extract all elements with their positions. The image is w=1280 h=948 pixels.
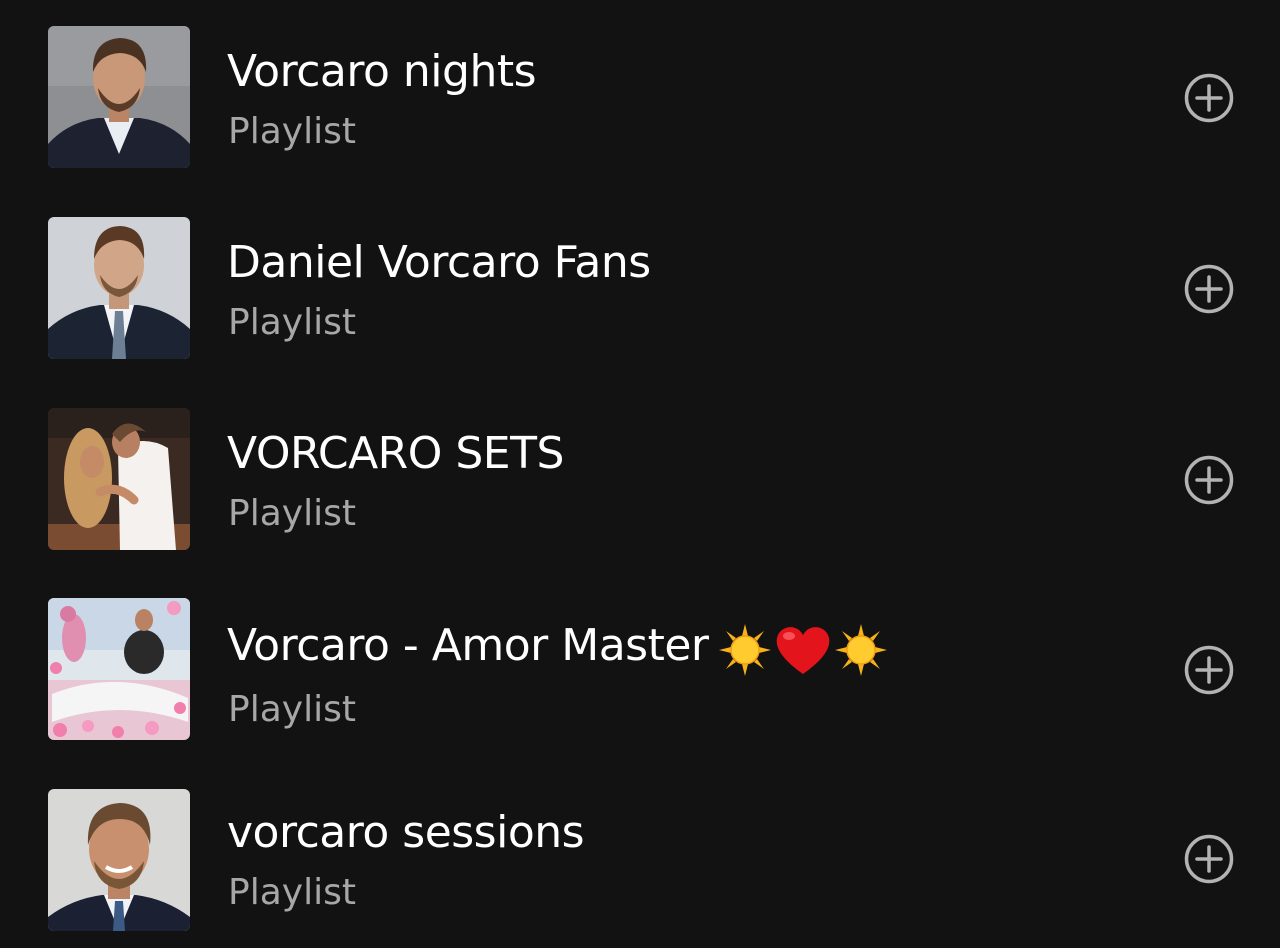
add-to-library-button[interactable]	[1183, 644, 1235, 696]
playlist-cover-image	[48, 217, 190, 359]
playlist-row[interactable]: VORCARO SETS Playlist	[0, 408, 1280, 552]
playlist-title-text: Vorcaro nights	[227, 46, 537, 97]
playlist-title-text: vorcaro sessions	[227, 807, 585, 858]
sun-emoji	[834, 624, 887, 676]
add-to-library-button[interactable]	[1183, 263, 1235, 315]
plus-circle-icon	[1184, 455, 1234, 505]
playlist-subtitle: Playlist	[228, 111, 356, 152]
playlist-cover-image	[48, 789, 190, 931]
playlist-subtitle: Playlist	[228, 302, 356, 343]
plus-circle-icon	[1184, 834, 1234, 884]
playlist-title[interactable]: VORCARO SETS	[227, 426, 564, 482]
playlist-title[interactable]: Vorcaro nights	[227, 44, 537, 100]
playlist-row[interactable]: Vorcaro nights Playlist	[0, 26, 1280, 170]
playlist-subtitle: Playlist	[228, 689, 356, 730]
playlist-row[interactable]: Daniel Vorcaro Fans Playlist	[0, 217, 1280, 361]
playlist-results-list: Vorcaro nights Playlist Daniel Vorcaro F…	[0, 0, 1280, 948]
playlist-title[interactable]: Daniel Vorcaro Fans	[227, 235, 651, 291]
playlist-title-text: VORCARO SETS	[227, 428, 564, 479]
playlist-subtitle: Playlist	[228, 493, 356, 534]
plus-circle-icon	[1184, 645, 1234, 695]
red-heart-emoji	[776, 627, 829, 674]
playlist-title[interactable]: vorcaro sessions	[227, 805, 585, 861]
playlist-row[interactable]: Vorcaro - Amor Master Playlist	[0, 598, 1280, 742]
playlist-title-text: Vorcaro - Amor Master	[227, 620, 709, 671]
add-to-library-button[interactable]	[1183, 833, 1235, 885]
playlist-cover-image	[48, 598, 190, 740]
add-to-library-button[interactable]	[1183, 454, 1235, 506]
title-emoji-group	[717, 620, 889, 676]
playlist-subtitle: Playlist	[228, 872, 356, 913]
playlist-title-text: Daniel Vorcaro Fans	[227, 237, 651, 288]
plus-circle-icon	[1184, 73, 1234, 123]
plus-circle-icon	[1184, 264, 1234, 314]
playlist-title[interactable]: Vorcaro - Amor Master	[227, 618, 889, 676]
playlist-row[interactable]: vorcaro sessions Playlist	[0, 789, 1280, 933]
add-to-library-button[interactable]	[1183, 72, 1235, 124]
sun-emoji	[718, 624, 771, 676]
playlist-cover-image	[48, 408, 190, 550]
playlist-cover-image	[48, 26, 190, 168]
